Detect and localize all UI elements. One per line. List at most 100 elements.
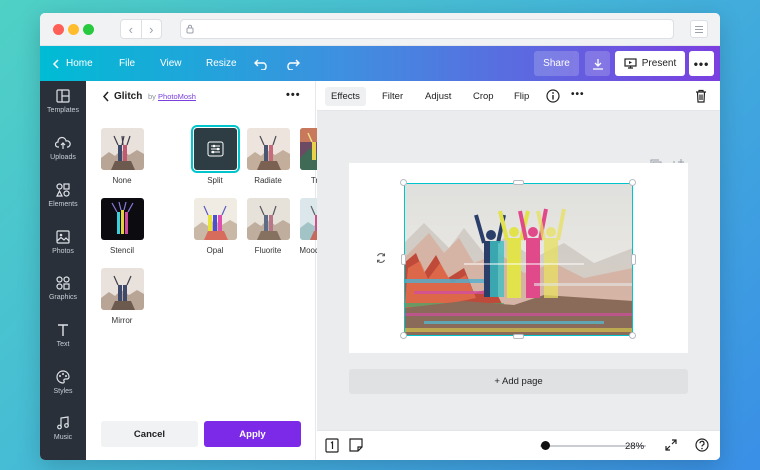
- editor-area: Effects Filter Adjust Crop Flip ••• + Ad…: [317, 81, 720, 460]
- file-menu[interactable]: File: [119, 46, 135, 81]
- zoom-slider-handle[interactable]: [540, 441, 550, 450]
- sidebar-item-music[interactable]: Music: [40, 416, 86, 456]
- tab-crop[interactable]: Crop: [467, 87, 500, 106]
- page-number-icon[interactable]: [325, 438, 339, 453]
- resize-handle-left[interactable]: [401, 254, 406, 265]
- effects-panel: Glitch by PhotoMosh ••• None Split Radia…: [86, 81, 343, 460]
- sidebar-item-label: Text: [56, 341, 70, 348]
- maximize-window-dot[interactable]: [83, 24, 94, 35]
- help-icon[interactable]: [695, 438, 709, 452]
- sidebar-item-elements[interactable]: Elements: [40, 183, 86, 223]
- palette-icon: [56, 370, 70, 384]
- effect-label: None: [112, 176, 132, 185]
- tab-adjust[interactable]: Adjust: [419, 87, 457, 106]
- tab-filter[interactable]: Filter: [376, 87, 409, 106]
- effect-label: Mirror: [111, 316, 133, 325]
- sidebar-item-photos[interactable]: Photos: [40, 230, 86, 270]
- download-button[interactable]: [585, 51, 610, 76]
- effect-preview-stencil: [101, 198, 144, 240]
- share-label: Share: [543, 58, 570, 69]
- resize-handle-top-right[interactable]: [629, 179, 636, 186]
- text-icon: [58, 324, 68, 336]
- back-arrow-icon[interactable]: ‹: [121, 20, 142, 38]
- tab-effects[interactable]: Effects: [325, 87, 366, 106]
- view-menu[interactable]: View: [160, 46, 182, 81]
- resize-handle-bottom[interactable]: [513, 334, 524, 339]
- redo-icon: [287, 59, 300, 70]
- download-icon: [592, 58, 603, 70]
- browser-menu-icon[interactable]: [690, 20, 708, 38]
- effect-label: Stencil: [109, 246, 134, 255]
- add-page-button[interactable]: + Add page: [349, 369, 688, 394]
- address-bar[interactable]: [180, 19, 674, 39]
- trash-icon[interactable]: [695, 89, 707, 103]
- share-button[interactable]: Share: [534, 51, 579, 76]
- panel-header: Glitch by PhotoMosh •••: [86, 81, 316, 111]
- music-note-icon: [57, 416, 69, 430]
- shapes-icon: [56, 183, 70, 197]
- image-toolbar: Effects Filter Adjust Crop Flip •••: [317, 81, 720, 111]
- tab-flip[interactable]: Flip: [508, 87, 535, 106]
- author-link[interactable]: PhotoMosh: [158, 92, 196, 101]
- sidebar-item-label: Music: [53, 434, 73, 441]
- fullscreen-icon[interactable]: [665, 439, 677, 451]
- sidebar-item-templates[interactable]: Templates: [40, 89, 86, 129]
- resize-handle-right[interactable]: [631, 254, 636, 265]
- resize-menu[interactable]: Resize: [206, 46, 237, 81]
- redo-button[interactable]: [284, 46, 300, 81]
- panel-title: Glitch: [114, 91, 143, 102]
- sidebar-item-label: Elements: [48, 201, 78, 208]
- sidebar-item-graphics[interactable]: Graphics: [40, 276, 86, 316]
- sidebar-item-styles[interactable]: Styles: [40, 370, 86, 410]
- sidebar-item-text[interactable]: Text: [40, 323, 86, 363]
- panel-more-icon[interactable]: •••: [286, 89, 301, 101]
- effect-preview-radiate: [247, 128, 290, 170]
- panel-attribution: by PhotoMosh: [148, 92, 196, 101]
- resize-handle-top-left[interactable]: [400, 179, 407, 186]
- present-button[interactable]: Present: [615, 51, 685, 76]
- sidebar-item-label: Graphics: [48, 294, 77, 301]
- chevron-left-icon: [52, 58, 59, 69]
- resize-handle-bottom-right[interactable]: [629, 332, 636, 339]
- toolbar-more-icon[interactable]: •••: [571, 89, 585, 100]
- effect-thumb-opal[interactable]: [194, 198, 237, 240]
- layout-icon: [56, 89, 70, 103]
- effect-thumb-fluorite[interactable]: [247, 198, 290, 240]
- effect-thumb-radiate[interactable]: [247, 128, 290, 170]
- resize-handle-top[interactable]: [513, 180, 524, 185]
- rotate-handle-icon[interactable]: [375, 252, 387, 264]
- info-icon[interactable]: [546, 89, 560, 103]
- sidebar-item-label: Styles: [53, 388, 73, 395]
- effect-preview-mirror: [101, 268, 144, 310]
- sidebar-item-label: Uploads: [50, 154, 76, 161]
- effect-preview-split: [194, 128, 237, 170]
- effect-thumb-stencil[interactable]: [101, 198, 144, 240]
- effect-thumb-mirror[interactable]: [101, 268, 144, 310]
- sidebar-item-label: Templates: [47, 107, 79, 114]
- close-window-dot[interactable]: [53, 24, 64, 35]
- effect-thumb-none[interactable]: [101, 128, 144, 170]
- graphics-icon: [56, 276, 70, 290]
- home-label: Home: [66, 58, 93, 69]
- notes-icon[interactable]: [349, 438, 363, 452]
- cancel-button[interactable]: Cancel: [101, 421, 198, 447]
- undo-button[interactable]: [254, 46, 270, 81]
- effect-preview-none: [101, 128, 144, 170]
- cloud-upload-icon: [55, 136, 71, 149]
- attribution-by: by: [148, 92, 156, 101]
- more-options-icon[interactable]: •••: [689, 51, 714, 76]
- back-chevron-icon[interactable]: [102, 91, 110, 102]
- effect-preview-fluorite: [247, 198, 290, 240]
- present-icon: [624, 58, 637, 69]
- design-page[interactable]: [349, 163, 688, 353]
- image-icon: [56, 230, 70, 244]
- resize-handle-bottom-left[interactable]: [400, 332, 407, 339]
- effect-thumb-split[interactable]: [191, 125, 240, 173]
- apply-button[interactable]: Apply: [204, 421, 301, 447]
- sidebar-item-uploads[interactable]: Uploads: [40, 136, 86, 176]
- minimize-window-dot[interactable]: [68, 24, 79, 35]
- zoom-level[interactable]: 28%: [625, 441, 644, 452]
- editor-bottom-bar: 28%: [317, 430, 720, 460]
- home-button[interactable]: Home: [52, 46, 93, 81]
- forward-arrow-icon[interactable]: ›: [142, 20, 162, 38]
